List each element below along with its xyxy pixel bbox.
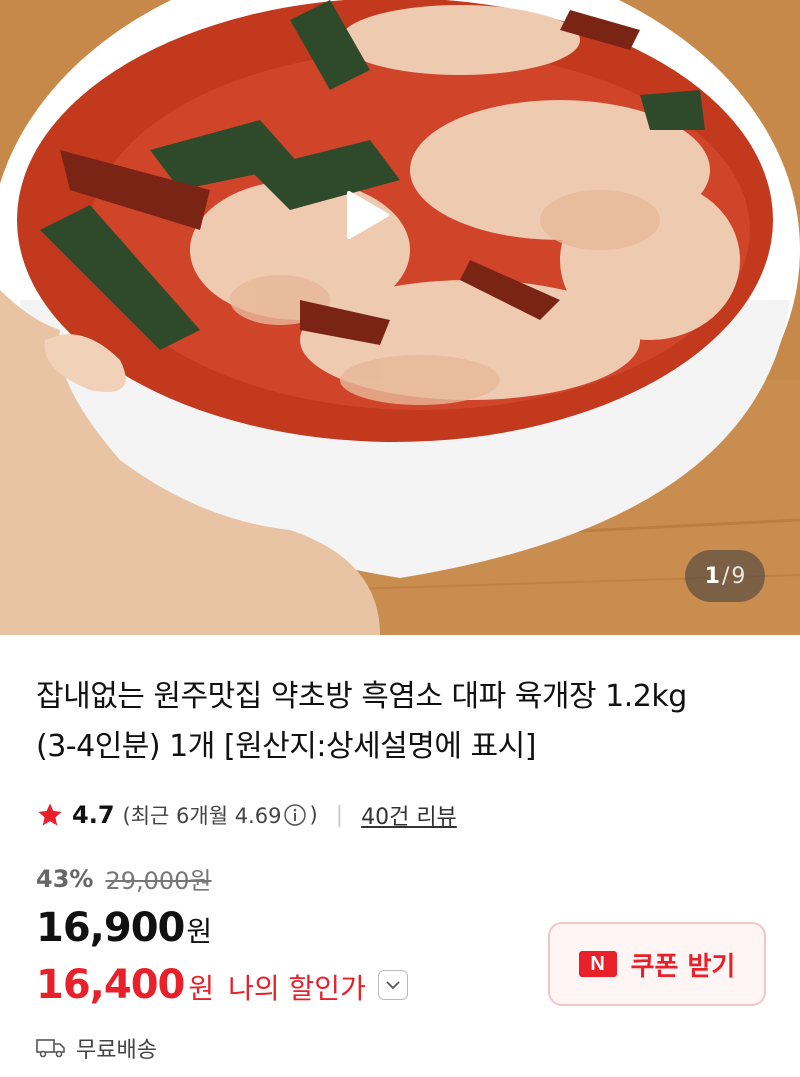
rating-recent-close: ) — [309, 803, 318, 827]
reviews-link[interactable]: 40건 리뷰 — [361, 799, 457, 831]
rating-score: 4.7 — [72, 801, 115, 829]
product-title: 잡내없는 원주맛집 약초방 흑염소 대파 육개장 1.2kg (3-4인분) 1… — [36, 672, 766, 772]
product-image-gallery[interactable]: 1 / 9 — [0, 0, 800, 635]
discount-row: 43% 29,000원 — [36, 861, 212, 896]
my-discount-toggle[interactable] — [377, 970, 408, 1000]
my-discount-price-row: 16,400 원 나의 할인가 — [36, 962, 408, 1008]
image-counter-badge: 1 / 9 — [685, 550, 765, 602]
info-icon[interactable] — [283, 803, 307, 827]
sale-price-row: 16,900 원 — [36, 905, 212, 951]
coupon-button-label: 쿠폰 받기 — [630, 951, 736, 982]
star-icon — [38, 803, 62, 826]
play-video-button[interactable] — [335, 185, 465, 285]
image-counter-current: 1 — [704, 563, 720, 589]
original-price: 29,000원 — [105, 867, 212, 895]
product-photo — [0, 0, 800, 635]
rating-recent: (최근 6개월 4.69 ) — [123, 800, 318, 830]
sale-price-currency: 원 — [186, 915, 213, 948]
image-counter-total: 9 — [731, 563, 746, 589]
rating-recent-text: (최근 6개월 4.69 — [122, 804, 282, 828]
shipping-row: 무료배송 — [36, 1032, 157, 1064]
truck-icon — [36, 1039, 65, 1058]
sale-price: 16,900 — [36, 905, 185, 951]
naver-n-logo: N — [578, 951, 617, 977]
rating-separator: | — [335, 802, 344, 828]
shipping-label: 무료배송 — [76, 1038, 157, 1063]
discount-percent: 43% — [36, 864, 94, 893]
coupon-download-button[interactable]: N 쿠폰 받기 — [548, 922, 766, 1006]
image-counter-separator: / — [721, 563, 730, 589]
my-discount-label: 나의 할인가 — [228, 972, 366, 1005]
rating-row: 4.7 (최근 6개월 4.69 ) | 40건 리뷰 — [36, 794, 457, 836]
product-title-line1: 잡내없는 원주맛집 약초방 흑염소 대파 육개장 1.2kg — [36, 679, 687, 714]
chevron-down-icon — [386, 981, 400, 990]
my-discount-currency: 원 — [188, 972, 215, 1005]
my-discount-price: 16,400 — [36, 962, 185, 1008]
play-icon — [347, 191, 389, 239]
product-title-line2: (3-4인분) 1개 [원산지:상세설명에 표시] — [36, 729, 536, 764]
